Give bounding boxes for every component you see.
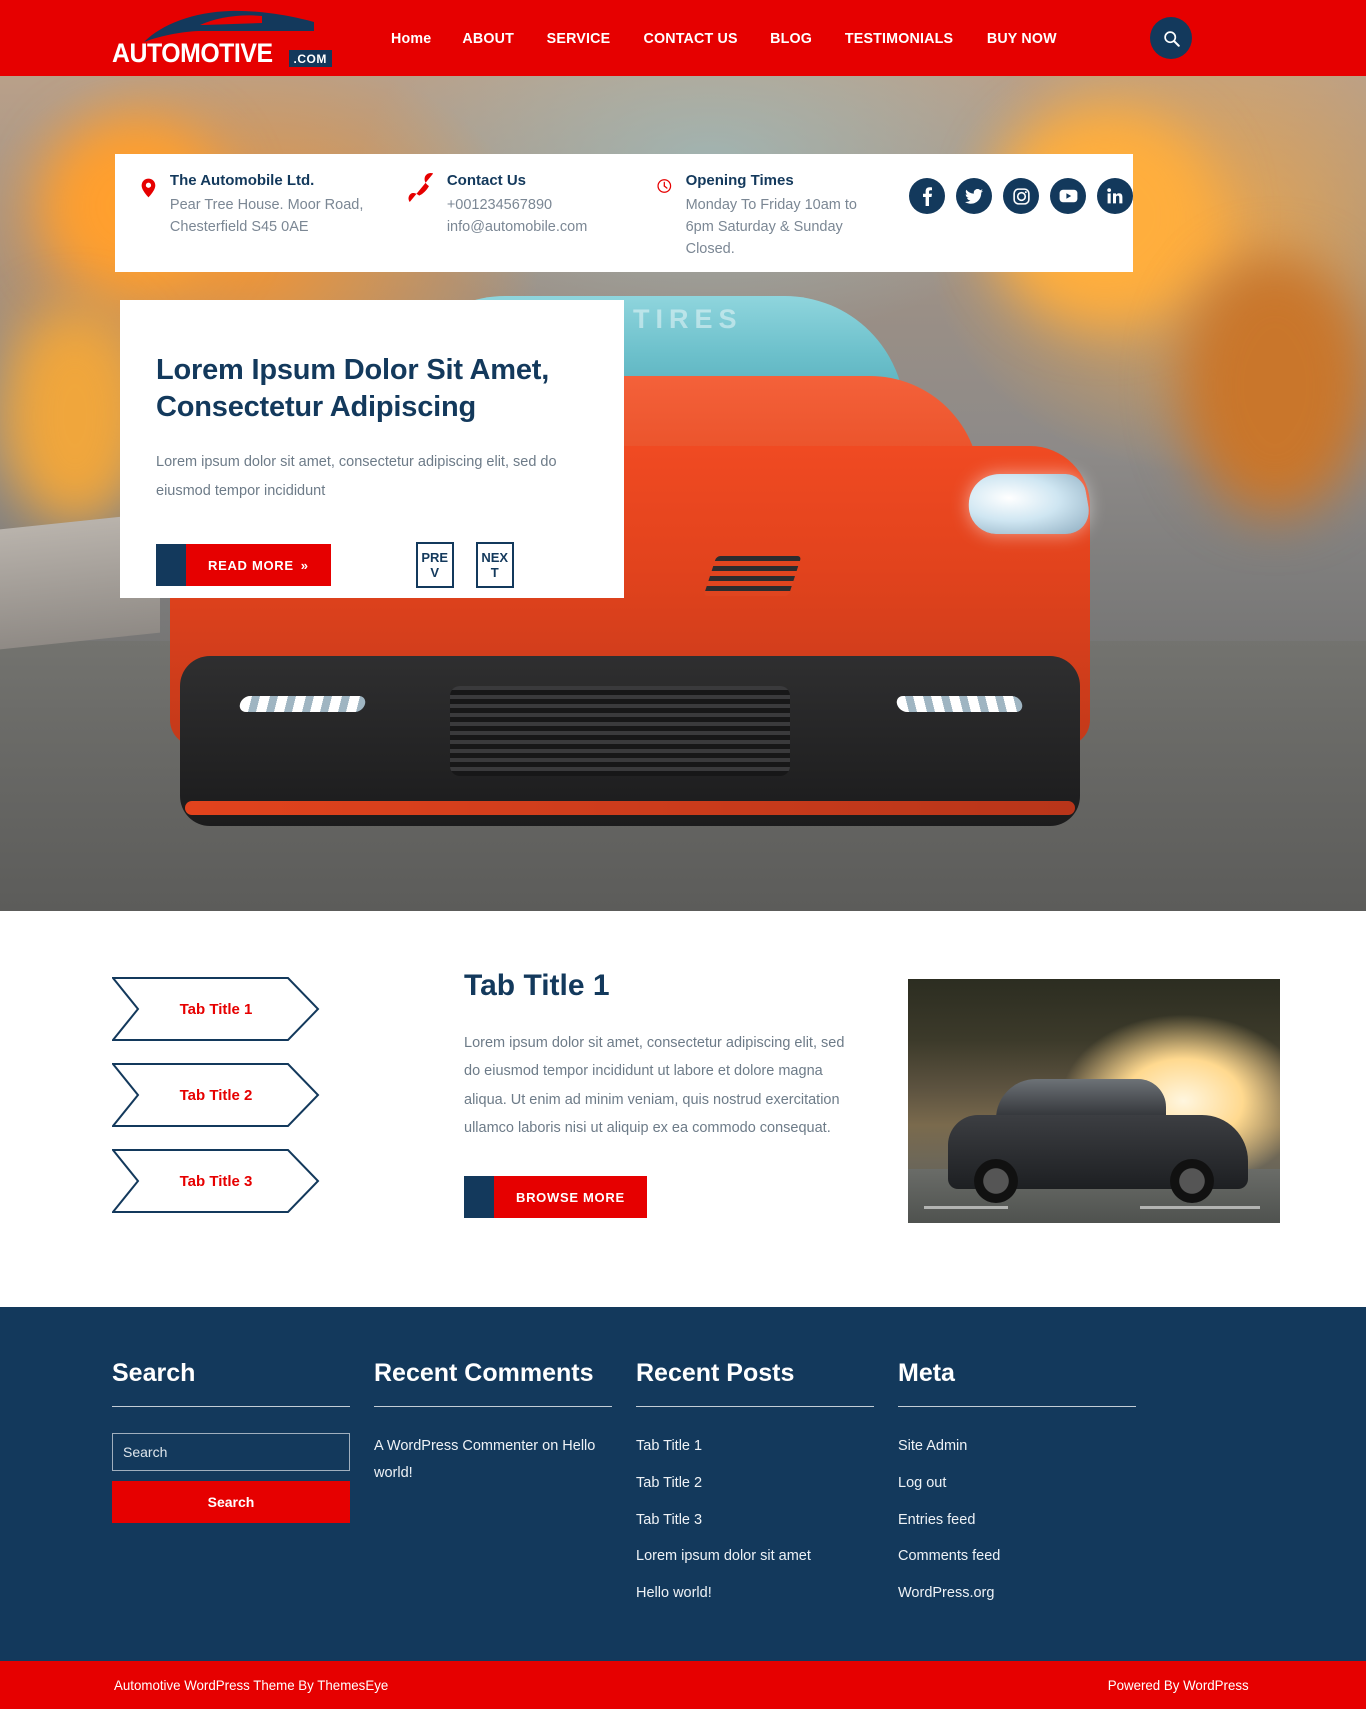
logo-dotcom: .COM [288,50,332,67]
phone-icon [408,173,433,202]
blurred-foliage [1180,256,1366,516]
location-pin-icon [141,178,156,198]
footer-search-input[interactable] [112,1433,350,1471]
hero-slide-card: Lorem Ipsum Dolor Sit Amet, Consectetur … [120,300,624,598]
nav-service[interactable]: SERVICE [546,30,610,47]
phone-number[interactable]: +001234567890 [447,195,587,217]
read-more-label: READ MORE [208,557,294,573]
contact-hours-block: Opening Times Monday To Friday 10am to 6… [631,172,887,260]
meta-link[interactable]: Log out [898,1470,1130,1497]
footer-search-submit[interactable]: Search [112,1481,350,1523]
tab-label: Tab Title 3 [179,1172,253,1190]
youtube-link[interactable] [1050,178,1086,214]
meta-link[interactable]: WordPress.org [898,1580,1130,1607]
hero-actions: READ MORE » PREV NEXT [156,542,584,589]
recent-comment-entry[interactable]: A WordPress Commenter on Hello world! [374,1433,606,1487]
linkedin-link[interactable] [1097,178,1133,214]
footer-meta-heading: Meta [898,1359,955,1387]
tab-label: Tab Title 1 [179,1000,253,1018]
tabs-section: Tab Title 1 Tab Title 2 Tab Title 3 Tab … [0,911,1366,1307]
tab-title-1[interactable]: Tab Title 1 [112,977,320,1041]
read-more-accent [156,544,186,587]
tab-panel-title: Tab Title 1 [464,969,610,1002]
nav-home[interactable]: Home [391,30,431,47]
contact-info-bar: The Automobile Ltd. Pear Tree House. Moo… [115,154,1133,273]
recent-post-link[interactable]: Tab Title 2 [636,1470,868,1497]
read-more-button[interactable]: READ MORE » [156,544,331,587]
recent-post-link[interactable]: Lorem ipsum dolor sit amet [636,1543,868,1570]
tab-label: Tab Title 2 [179,1086,253,1104]
tab-panel: Tab Title 1 Lorem ipsum dolor sit amet, … [464,969,846,1235]
meta-link[interactable]: Comments feed [898,1543,1130,1570]
meta-link[interactable]: Site Admin [898,1433,1130,1460]
facebook-link[interactable] [909,178,945,214]
hours-title: Opening Times [685,172,794,189]
nav-blog[interactable]: BLOG [770,30,812,47]
tab-panel-body: Lorem ipsum dolor sit amet, consectetur … [464,1035,845,1136]
heading-divider [374,1406,612,1407]
footer-bottom-bar: Automotive WordPress Theme By ThemesEye … [0,1661,1366,1710]
tab-panel-image [908,979,1280,1223]
youtube-icon [1059,189,1077,203]
email-address[interactable]: info@automobile.com [447,217,587,239]
main-navigation: Home ABOUT SERVICE CONTACT US BLOG TESTI… [390,30,1059,47]
footer-search-widget: Search Search [112,1359,374,1617]
slider-prev-button[interactable]: PREV [415,542,454,589]
contact-address-block: The Automobile Ltd. Pear Tree House. Moo… [115,172,379,239]
social-links [909,172,1133,214]
copyright-text: Automotive WordPress Theme By ThemesEye [114,1677,389,1694]
meta-link[interactable]: Entries feed [898,1507,1130,1534]
browse-more-button[interactable]: BROWSE MORE [464,1176,846,1219]
clock-icon [657,179,672,193]
site-logo[interactable]: AUTOMOTIVE .COM [112,4,332,72]
logo-wordmark: AUTOMOTIVE [112,38,273,68]
footer-recent-comments-widget: Recent Comments A WordPress Commenter on… [374,1359,636,1617]
twitter-link[interactable] [956,178,992,214]
footer-recent-posts-heading: Recent Posts [636,1359,795,1387]
heading-divider [636,1406,874,1407]
tab-title-2[interactable]: Tab Title 2 [112,1063,320,1127]
recent-post-link[interactable]: Tab Title 1 [636,1433,868,1460]
site-header: AUTOMOTIVE .COM Home ABOUT SERVICE CONTA… [0,0,1366,76]
hero-title: Lorem Ipsum Dolor Sit Amet, Consectetur … [156,354,550,424]
site-footer: Search Search Recent Comments A WordPres… [0,1307,1366,1662]
instagram-icon [1012,187,1030,205]
hero-description: Lorem ipsum dolor sit amet, consectetur … [156,454,557,500]
footer-recent-posts-widget: Recent Posts Tab Title 1 Tab Title 2 Tab… [636,1359,898,1617]
tab-title-3[interactable]: Tab Title 3 [112,1149,320,1213]
phone-title: Contact Us [446,172,527,189]
address-text: Pear Tree House. Moor Road, Chesterfield… [169,197,364,235]
recent-post-link[interactable]: Tab Title 3 [636,1507,868,1534]
search-icon [1163,30,1180,47]
facebook-icon [922,186,932,206]
linkedin-icon [1107,188,1123,204]
address-title: The Automobile Ltd. [169,172,315,189]
hero-slider: MOTIVE TIRES Lorem Ipsum Dolor Sit Amet,… [0,76,1366,911]
nav-contact-us[interactable]: CONTACT US [643,30,737,47]
footer-search-heading: Search [112,1359,196,1387]
nav-buy-now[interactable]: BUY NOW [987,30,1057,47]
contact-phone-block: Contact Us +001234567890 info@automobile… [379,172,631,239]
browse-more-accent [464,1176,494,1219]
nav-about[interactable]: ABOUT [463,30,515,47]
recent-post-link[interactable]: Hello world! [636,1580,868,1607]
footer-meta-widget: Meta Site Admin Log out Entries feed Com… [898,1359,1160,1617]
footer-recent-comments-heading: Recent Comments [374,1359,594,1387]
slider-navigation: PREV NEXT [415,542,514,589]
tab-list: Tab Title 1 Tab Title 2 Tab Title 3 [112,969,392,1235]
header-search-button[interactable] [1150,17,1192,59]
powered-by-text: Powered By WordPress [1107,1677,1249,1694]
twitter-icon [965,188,983,204]
slider-next-button[interactable]: NEXT [475,542,514,589]
heading-divider [112,1406,350,1407]
nav-testimonials[interactable]: TESTIMONIALS [845,30,953,47]
instagram-link[interactable] [1003,178,1039,214]
browse-more-label: BROWSE MORE [516,1189,625,1205]
double-chevron-right-icon: » [300,557,309,573]
heading-divider [898,1406,1136,1407]
hours-text: Monday To Friday 10am to 6pm Saturday & … [685,197,857,257]
